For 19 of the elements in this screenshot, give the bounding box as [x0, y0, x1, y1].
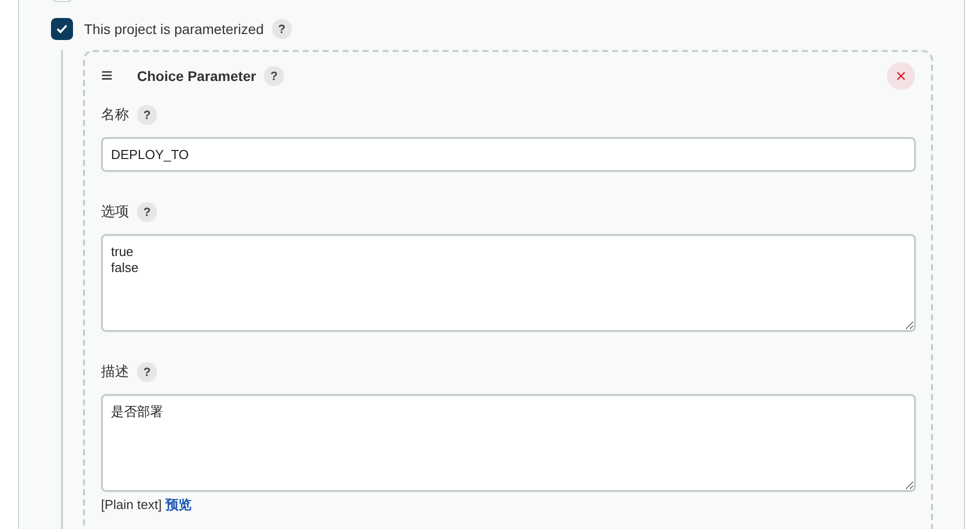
check-icon [56, 24, 68, 34]
help-button[interactable]: ? [137, 362, 157, 382]
input-field[interactable]: DEPLOY_TO [101, 137, 916, 172]
close-button[interactable]: × [887, 62, 915, 90]
checkbox[interactable] [51, 18, 73, 40]
preview-link[interactable]: 预览 [166, 497, 192, 512]
help-button[interactable]: ? [264, 66, 284, 86]
help-button[interactable]: ? [272, 19, 292, 39]
field-label: 选项 [101, 203, 129, 221]
field-label: 描述 [101, 363, 129, 381]
help-button[interactable]: ? [137, 202, 157, 222]
format-note: [Plain text] [101, 497, 162, 512]
checkbox-label[interactable]: This project is parameterized [84, 21, 264, 37]
text-area[interactable]: 是否部署 [101, 394, 916, 492]
help-button[interactable]: ? [137, 105, 157, 125]
drag-handle[interactable]: ≡ [101, 66, 121, 86]
parameter-title: Choice Parameter [137, 68, 256, 84]
text-area[interactable]: true false [101, 234, 916, 332]
field-label: 名称 [101, 106, 129, 124]
